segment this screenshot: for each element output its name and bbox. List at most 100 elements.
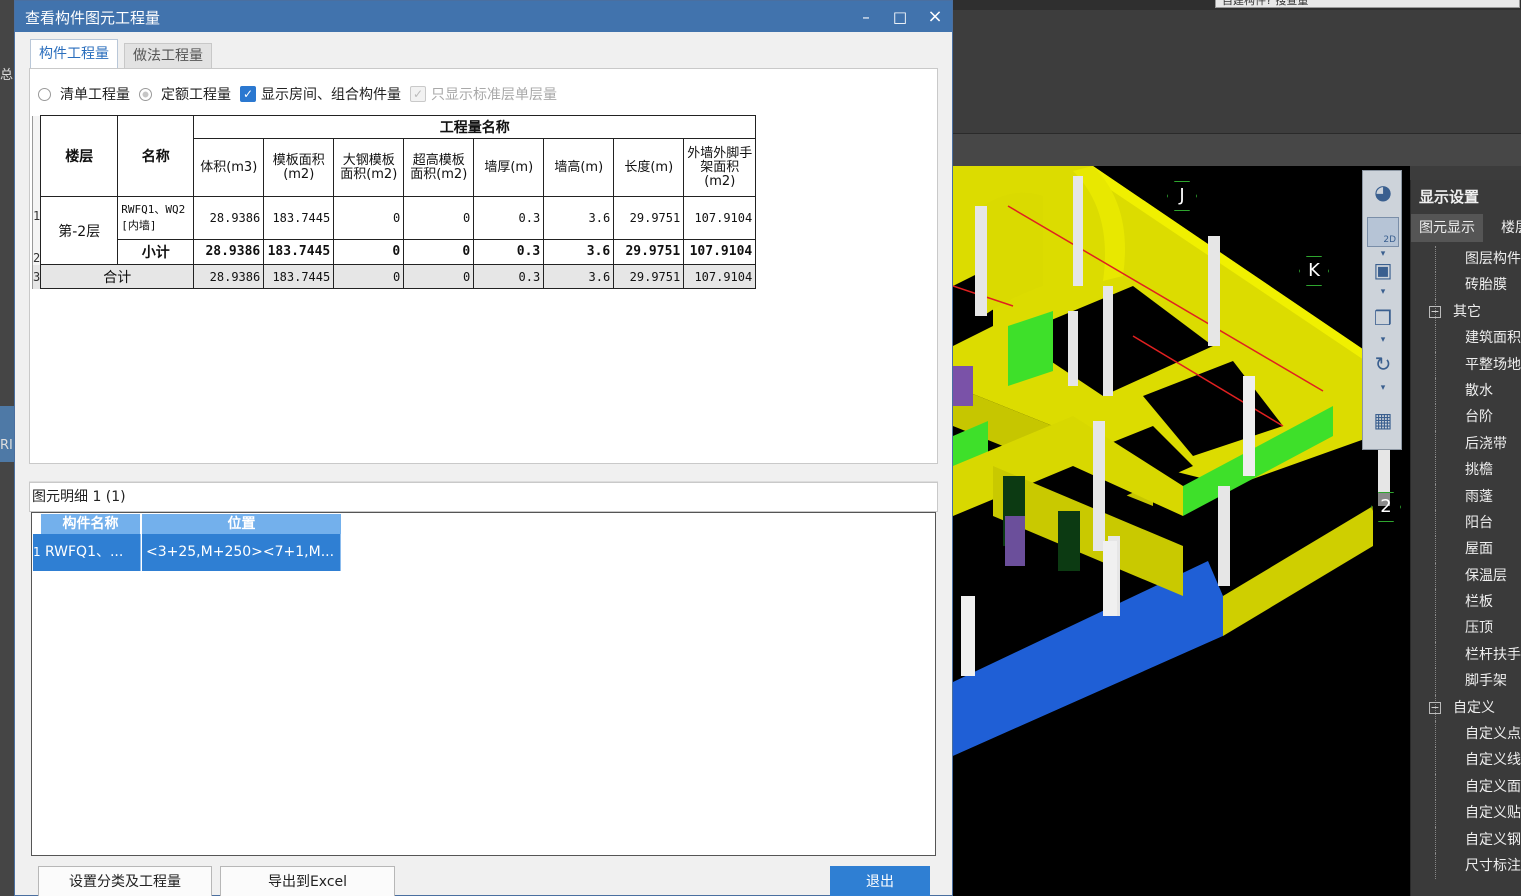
display-item-6[interactable]: 台阶: [1411, 404, 1521, 432]
show-room-checkbox[interactable]: ✓: [240, 86, 256, 102]
pane-splitter[interactable]: [29, 464, 938, 482]
3d-viewport[interactable]: J K 2: [953, 166, 1410, 896]
display-item-label: 自定义钢: [1465, 831, 1521, 848]
cell-values-6: 29.9751: [613, 196, 685, 240]
display-item-label: 建筑面积: [1465, 330, 1521, 347]
display-item-label: 脚手架: [1465, 673, 1507, 690]
maximize-button[interactable]: □: [885, 5, 915, 29]
quota-qty-radio[interactable]: [139, 87, 152, 101]
search-input[interactable]: 自建构件? 搜查量: [1215, 0, 1520, 8]
minimize-button[interactable]: –: [851, 5, 881, 29]
display-item-5[interactable]: 散水: [1411, 377, 1521, 405]
display-item-19[interactable]: 自定义线: [1411, 747, 1521, 775]
quantity-options: 清单工程量 定额工程量 ✓ 显示房间、组合构件量 ✓ 只显示标准层单层量: [38, 84, 566, 104]
tab-element-display[interactable]: 图元显示: [1411, 214, 1483, 242]
iso-view-cube-icon[interactable]: ❒: [1367, 303, 1399, 333]
rotate-icon[interactable]: ↻: [1367, 349, 1399, 379]
component-quantity-dialog: 查看构件图元工程量 – □ × 构件工程量 做法工程量 清单工程量 定额工程量 …: [14, 0, 953, 896]
display-item-label: 自定义贴: [1465, 805, 1521, 822]
only-std-checkbox: ✓: [410, 86, 426, 102]
display-item-18[interactable]: 自定义点: [1411, 721, 1521, 748]
chevron-down-icon[interactable]: ▾: [1377, 287, 1389, 297]
table-row-total[interactable]: 3 合计 28.9386 183.7445 0 0 0.3 3.6 29.9751 107.9…: [31, 264, 757, 289]
export-excel-button[interactable]: 导出到Excel: [220, 866, 395, 896]
view-2d-button[interactable]: 2D: [1367, 217, 1399, 247]
header-col-1: 模板面积(m2): [263, 138, 335, 197]
chevron-down-icon[interactable]: ▾: [1377, 335, 1389, 345]
bill-qty-radio[interactable]: [38, 87, 51, 101]
chevron-down-icon[interactable]: ▾: [1377, 383, 1389, 393]
display-item-9[interactable]: 雨蓬: [1411, 483, 1521, 511]
display-item-12[interactable]: 保温层: [1411, 562, 1521, 590]
front-view-cube-icon[interactable]: ▣: [1367, 255, 1399, 285]
display-item-13[interactable]: 栏板: [1411, 589, 1521, 616]
collapse-icon[interactable]: −: [1429, 305, 1441, 318]
display-item-label: 保温层: [1465, 567, 1507, 584]
display-item-21[interactable]: 自定义贴: [1411, 800, 1521, 827]
show-room-label[interactable]: 显示房间、组合构件量: [261, 84, 401, 104]
display-item-8[interactable]: 挑檐: [1411, 457, 1521, 484]
grid-layout-icon[interactable]: ▦: [1367, 405, 1399, 435]
table-row[interactable]: 12 第-2层 RWFQ1、WQ2 [内墙] 28.9386 183.7445 0 0…: [31, 196, 757, 265]
set-category-button[interactable]: 设置分类及工程量: [38, 866, 212, 896]
tab-component-quantity[interactable]: 构件工程量: [30, 39, 118, 69]
dialog-title: 查看构件图元工程量: [25, 9, 161, 27]
row-index: 12: [31, 196, 41, 265]
view-2d-label: 2D: [1383, 235, 1396, 245]
detail-header-position[interactable]: 位置: [142, 514, 341, 534]
display-item-label: 自定义线: [1465, 752, 1521, 769]
table-row-subtotal[interactable]: 小计 28.9386 183.7445 0 0 0.3 3.6 29.9751 107.910…: [33, 238, 757, 266]
display-item-label: 栏杆扶手: [1465, 646, 1521, 663]
display-item-15[interactable]: 栏杆扶手: [1411, 641, 1521, 669]
cell-total-7: 107.9104: [683, 264, 757, 289]
tab-floor[interactable]: 楼层: [1493, 214, 1521, 242]
header-name: 名称: [117, 115, 195, 197]
left-selected-item[interactable]: [0, 406, 14, 462]
cell-values-5: 3.6: [543, 196, 615, 240]
display-item-10[interactable]: 阳台: [1411, 509, 1521, 537]
cell-subtotal-7: 107.9104: [683, 238, 757, 266]
display-item-1[interactable]: 砖胎膜: [1411, 272, 1521, 300]
panel-title: 显示设置: [1419, 188, 1480, 206]
orbit-sphere-icon[interactable]: ◕: [1367, 177, 1399, 207]
display-item-17[interactable]: − 自定义: [1411, 694, 1521, 722]
cell-total-0: 28.9386: [193, 264, 265, 289]
display-item-2[interactable]: − 其它: [1411, 298, 1521, 326]
display-item-4[interactable]: 平整场地: [1411, 351, 1521, 379]
app-view-tabs-bar: [953, 134, 1521, 166]
cell-subtotal-6: 29.9751: [613, 238, 685, 266]
screen: 自建构件? 搜查量 总 RI J K 2 ◕ 2D ▾ ▣ ▾ ❒ ▾ ↻ ▾ …: [0, 0, 1521, 896]
dialog-titlebar[interactable]: 查看构件图元工程量 – □ ×: [15, 1, 952, 32]
row-index: 3: [31, 264, 41, 289]
cell-values-2: 0: [333, 196, 405, 240]
display-item-16[interactable]: 脚手架: [1411, 668, 1521, 696]
3d-model-render: [953, 166, 1390, 896]
display-item-22[interactable]: 自定义钢: [1411, 826, 1521, 854]
exit-button[interactable]: 退出: [830, 866, 930, 896]
app-ribbon: [953, 10, 1521, 134]
display-item-0[interactable]: 图层构件: [1411, 246, 1521, 273]
display-item-3[interactable]: 建筑面积: [1411, 325, 1521, 352]
cell-total-5: 3.6: [543, 264, 615, 289]
display-item-23[interactable]: 尺寸标注: [1411, 852, 1521, 880]
collapse-icon[interactable]: −: [1429, 701, 1441, 714]
cell-subtotal-1: 183.7445: [263, 238, 335, 266]
display-item-label: 自定义: [1453, 699, 1495, 716]
bill-qty-label[interactable]: 清单工程量: [60, 84, 130, 104]
quota-qty-label[interactable]: 定额工程量: [161, 84, 231, 104]
detail-cell-position[interactable]: <3+25,M+250><7+1,M...: [142, 534, 341, 571]
close-button[interactable]: ×: [920, 5, 950, 29]
left-label-total: 总: [0, 68, 14, 83]
detail-header-name[interactable]: 构件名称: [41, 514, 140, 534]
cell-values-1: 183.7445: [263, 196, 335, 240]
cell-subtotal-3: 0: [403, 238, 475, 266]
detail-cell-name[interactable]: RWFQ1、...: [41, 534, 141, 571]
display-item-11[interactable]: 屋面: [1411, 536, 1521, 564]
tab-method-quantity[interactable]: 做法工程量: [124, 43, 212, 69]
display-item-7[interactable]: 后浇带: [1411, 430, 1521, 458]
display-item-20[interactable]: 自定义面: [1411, 773, 1521, 801]
display-item-14[interactable]: 压顶: [1411, 615, 1521, 643]
table-corner: [31, 115, 41, 197]
cell-values-0: 28.9386: [193, 196, 265, 240]
header-col-4: 墙厚(m): [473, 138, 545, 197]
